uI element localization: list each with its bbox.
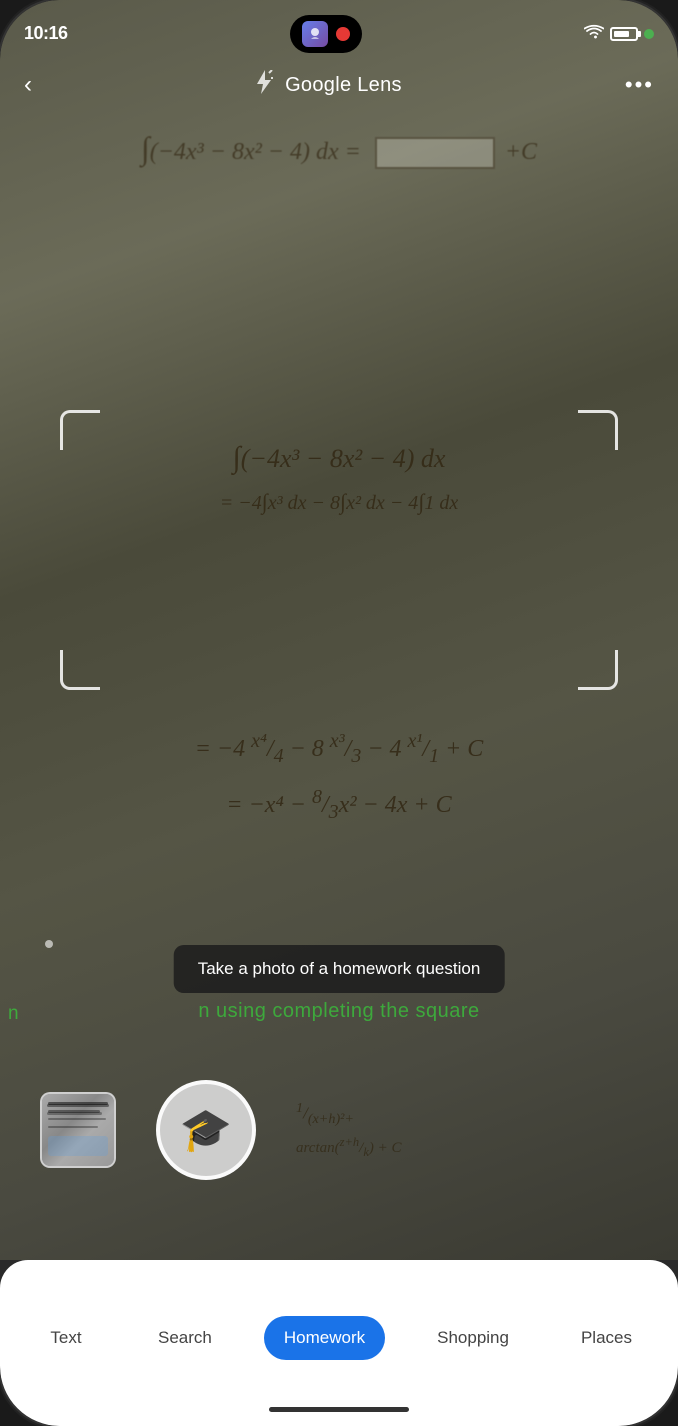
partial-visible-text: n using completing the square [0, 1000, 678, 1023]
small-dot-indicator [45, 940, 53, 948]
green-status-dot [644, 29, 654, 39]
math-line-4: = −x⁴ − 8/3x² − 4x + C [0, 786, 678, 824]
status-bar: 10:16 [0, 0, 678, 55]
back-button[interactable]: ‹ [24, 71, 32, 99]
thumbnail-image [42, 1094, 114, 1166]
corner-bottom-right [578, 650, 618, 690]
corner-bottom-left [60, 650, 100, 690]
battery-fill [614, 31, 629, 37]
shutter-icon: 🎓 [180, 1106, 232, 1155]
tab-search[interactable]: Search [138, 1316, 232, 1360]
math-line-3: = −4 x⁴/4 − 8 x³/3 − 4 x¹/1 + C [0, 730, 678, 768]
shutter-button[interactable]: 🎓 [156, 1080, 256, 1180]
nav-bar: ‹ Google Lens ••• [0, 55, 678, 115]
nav-title-area: Google Lens [255, 70, 402, 100]
dynamic-island [290, 15, 362, 53]
corner-top-right [578, 410, 618, 450]
flash-icon[interactable] [255, 70, 273, 100]
tab-text[interactable]: Text [26, 1316, 106, 1360]
home-indicator [269, 1407, 409, 1412]
photo-thumbnail[interactable] [40, 1092, 116, 1168]
battery-icon [610, 27, 638, 41]
hint-text: Take a photo of a homework question [198, 959, 481, 978]
camera-view: 10:16 [0, 0, 678, 1260]
phone-shell: 10:16 [0, 0, 678, 1426]
math-shutter-area: 1/(x+h)²+ arctan(z+h/k) + C [296, 1100, 638, 1159]
status-right [584, 24, 654, 43]
more-button[interactable]: ••• [625, 72, 654, 98]
bottom-tabs: Text Search Homework Shopping Places [0, 1260, 678, 1426]
status-center [290, 15, 362, 53]
tab-homework[interactable]: Homework [264, 1316, 385, 1360]
nav-title: Google Lens [285, 74, 402, 97]
phone-screen: 10:16 [0, 0, 678, 1426]
tab-places[interactable]: Places [561, 1316, 652, 1360]
tab-shopping[interactable]: Shopping [417, 1316, 529, 1360]
hint-tooltip: Take a photo of a homework question [174, 945, 505, 993]
corner-top-left [60, 410, 100, 450]
scan-frame [60, 410, 618, 690]
tabs-row: Text Search Homework Shopping Places [0, 1260, 678, 1407]
status-time: 10:16 [24, 23, 68, 44]
wifi-icon [584, 24, 604, 43]
math-top-equation: ∫(−4x³ − 8x² − 4) dx = +C [0, 130, 678, 169]
record-indicator [336, 27, 350, 41]
math-below-content: = −4 x⁴/4 − 8 x³/3 − 4 x¹/1 + C = −x⁴ − … [0, 720, 678, 830]
app-icon [302, 21, 328, 47]
camera-controls: 🎓 1/(x+h)²+ arctan(z+h/k) + C [0, 1050, 678, 1210]
answer-box [375, 137, 495, 169]
